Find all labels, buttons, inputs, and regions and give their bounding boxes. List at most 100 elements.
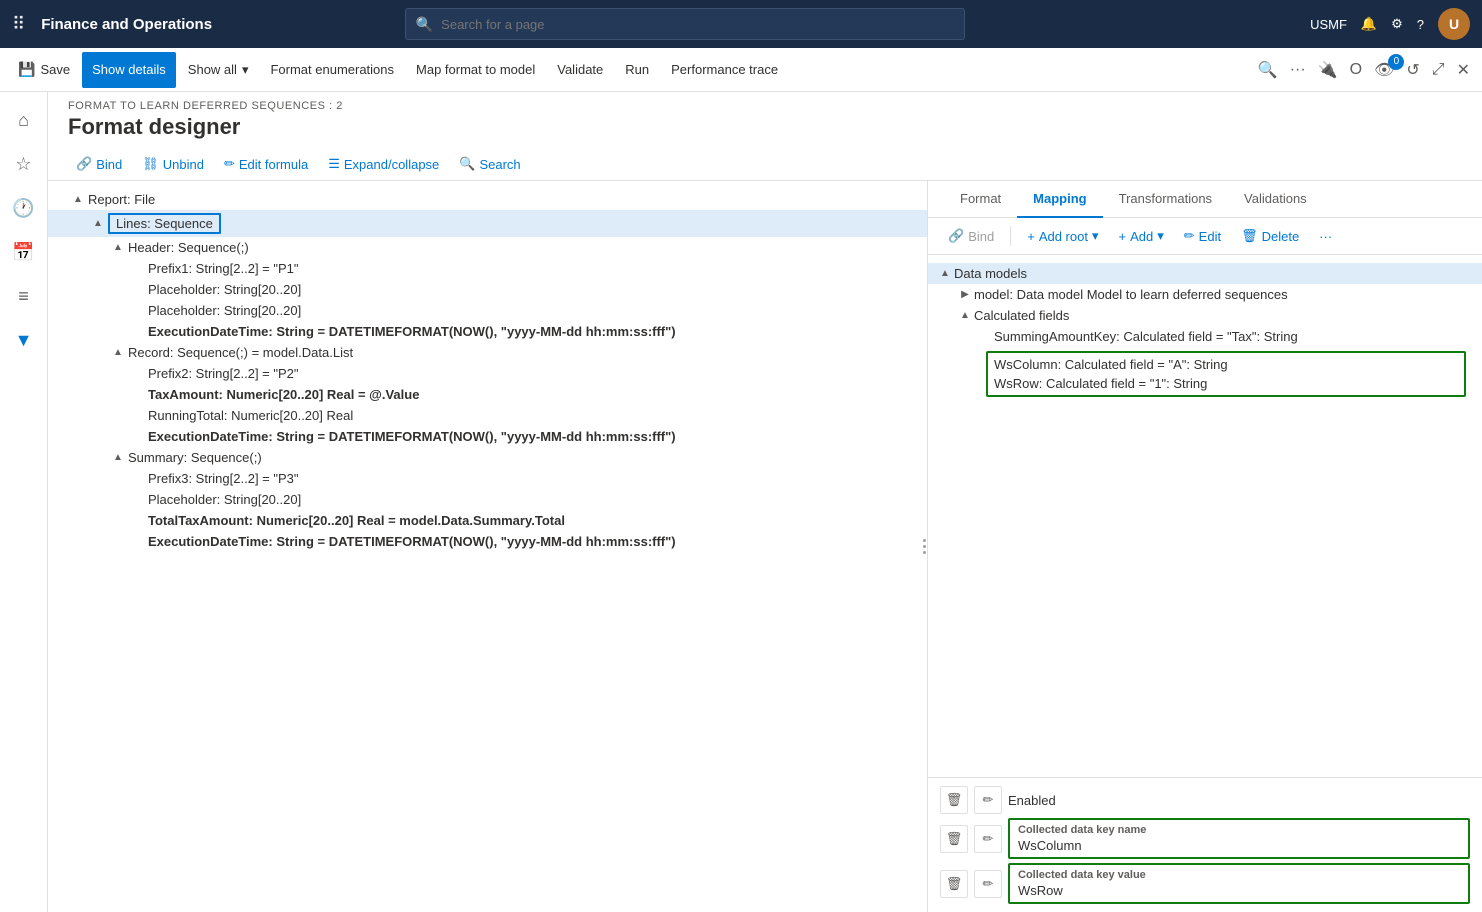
tree-item[interactable]: TaxAmount: Numeric[20..20] Real = @.Valu… bbox=[48, 384, 927, 405]
tree-item-label: ExecutionDateTime: String = DATETIMEFORM… bbox=[148, 534, 676, 549]
main-content: FORMAT TO LEARN DEFERRED SEQUENCES : 2 F… bbox=[48, 92, 1482, 912]
tree-item[interactable]: ▲Lines: Sequence bbox=[48, 210, 927, 237]
ws-column-item[interactable]: WsColumn: Calculated field = "A": String bbox=[994, 355, 1458, 374]
tab-transformations[interactable]: Transformations bbox=[1103, 181, 1228, 218]
data-tree-item[interactable]: ▶model: Data model Model to learn deferr… bbox=[928, 284, 1482, 305]
tree-item-label: Prefix3: String[2..2] = "P3" bbox=[148, 471, 299, 486]
topbar-right: USMF 🔔 ⚙ ? U bbox=[1310, 8, 1470, 40]
tree-item-label: TotalTaxAmount: Numeric[20..20] Real = m… bbox=[148, 513, 565, 528]
link-icon: 🔗 bbox=[76, 156, 92, 172]
topbar: ⠿ Finance and Operations 🔍 USMF 🔔 ⚙ ? U bbox=[0, 0, 1482, 48]
tree-item[interactable]: ExecutionDateTime: String = DATETIMEFORM… bbox=[48, 531, 927, 552]
tree-item[interactable]: ExecutionDateTime: String = DATETIMEFORM… bbox=[48, 321, 927, 342]
tab-mapping[interactable]: Mapping bbox=[1017, 181, 1102, 218]
tree-item[interactable]: Prefix1: String[2..2] = "P1" bbox=[48, 258, 927, 279]
tree-item[interactable]: TotalTaxAmount: Numeric[20..20] Real = m… bbox=[48, 510, 927, 531]
tree-item[interactable]: ▲Header: Sequence(;) bbox=[48, 237, 927, 258]
data-tree-item[interactable]: ▲Calculated fields bbox=[928, 305, 1482, 326]
show-all-button[interactable]: Show all ▾ bbox=[178, 52, 259, 88]
grid-icon[interactable]: ⠿ bbox=[12, 14, 25, 35]
tree-item-label: ExecutionDateTime: String = DATETIMEFORM… bbox=[148, 324, 676, 339]
tree-panel: ▲Report: File▲Lines: Sequence▲Header: Se… bbox=[48, 181, 928, 912]
key-value-row: 🗑 ✏ Collected data key value WsRow bbox=[940, 863, 1470, 904]
add-button[interactable]: + Add ▾ bbox=[1111, 224, 1172, 248]
right-tabs: Format Mapping Transformations Validatio… bbox=[928, 181, 1482, 218]
unbind-button[interactable]: ⛓ Unbind bbox=[134, 152, 212, 176]
tab-validations[interactable]: Validations bbox=[1228, 181, 1323, 218]
search-cmd-icon[interactable]: 🔍 bbox=[1254, 56, 1282, 84]
tree-item-label: Report: File bbox=[88, 192, 155, 207]
edit-button[interactable]: ✏ Edit bbox=[1176, 224, 1229, 248]
expand-icon[interactable]: ⤢ bbox=[1428, 57, 1449, 83]
tree-item[interactable]: Placeholder: String[20..20] bbox=[48, 279, 927, 300]
ws-row-item[interactable]: WsRow: Calculated field = "1": String bbox=[994, 374, 1458, 393]
sidebar-list-icon[interactable]: ≡ bbox=[4, 276, 44, 316]
key-value-delete-btn[interactable]: 🗑 bbox=[940, 870, 968, 898]
expand-icon: ☰ bbox=[328, 156, 340, 172]
search-editor-button[interactable]: 🔍 Search bbox=[451, 152, 528, 176]
format-enumerations-button[interactable]: Format enumerations bbox=[260, 52, 404, 88]
tree-item-label: Header: Sequence(;) bbox=[128, 240, 249, 255]
avatar[interactable]: U bbox=[1438, 8, 1470, 40]
tree-item[interactable]: ▲Record: Sequence(;) = model.Data.List bbox=[48, 342, 927, 363]
tree-item-label: TaxAmount: Numeric[20..20] Real = @.Valu… bbox=[148, 387, 419, 402]
tree-item[interactable]: RunningTotal: Numeric[20..20] Real bbox=[48, 405, 927, 426]
key-value-edit-btn[interactable]: ✏ bbox=[974, 870, 1002, 898]
tree-item[interactable]: Placeholder: String[20..20] bbox=[48, 489, 927, 510]
close-icon[interactable]: ✕ bbox=[1453, 56, 1474, 84]
tree-item[interactable]: ▲Report: File bbox=[48, 189, 927, 210]
tab-format[interactable]: Format bbox=[944, 181, 1017, 218]
more-icon[interactable]: ··· bbox=[1286, 57, 1310, 83]
tree-item[interactable]: ▲Summary: Sequence(;) bbox=[48, 447, 927, 468]
tree-item[interactable]: Placeholder: String[20..20] bbox=[48, 300, 927, 321]
drag-handle[interactable] bbox=[921, 527, 927, 567]
command-bar: 💾 Save Show details Show all ▾ Format en… bbox=[0, 48, 1482, 92]
sidebar-home-icon[interactable]: ⌂ bbox=[4, 100, 44, 140]
sidebar-star-icon[interactable]: ☆ bbox=[4, 144, 44, 184]
delete-button[interactable]: 🗑 Delete bbox=[1233, 224, 1307, 248]
link-icon: 🔗 bbox=[948, 228, 964, 244]
notification-icon[interactable]: 🔔 bbox=[1361, 16, 1377, 32]
key-name-label: Collected data key name bbox=[1018, 824, 1460, 836]
sidebar-filter-icon[interactable]: ▼ bbox=[4, 320, 44, 360]
plug-icon[interactable]: 🔌 bbox=[1314, 56, 1342, 84]
key-name-delete-btn[interactable]: 🗑 bbox=[940, 825, 968, 853]
save-button[interactable]: 💾 Save bbox=[8, 52, 80, 88]
search-input[interactable] bbox=[441, 17, 954, 32]
global-search[interactable]: 🔍 bbox=[405, 8, 965, 40]
key-name-edit-btn[interactable]: ✏ bbox=[974, 825, 1002, 853]
enabled-edit-btn[interactable]: ✏ bbox=[974, 786, 1002, 814]
refresh-icon[interactable]: ↺ bbox=[1402, 56, 1423, 84]
expand-collapse-button[interactable]: ☰ Expand/collapse bbox=[320, 152, 447, 176]
tree-toggle: ▲ bbox=[88, 218, 108, 229]
validate-button[interactable]: Validate bbox=[547, 52, 613, 88]
performance-trace-button[interactable]: Performance trace bbox=[661, 52, 788, 88]
help-icon[interactable]: ? bbox=[1417, 17, 1424, 32]
data-tree-toggle: ▲ bbox=[936, 268, 954, 279]
tree-item[interactable]: ExecutionDateTime: String = DATETIMEFORM… bbox=[48, 426, 927, 447]
bind-button[interactable]: 🔗 Bind bbox=[68, 152, 130, 176]
search-icon: 🔍 bbox=[459, 156, 475, 172]
notification-badge: 0 bbox=[1388, 54, 1404, 70]
office-icon[interactable]: O bbox=[1346, 57, 1366, 83]
sidebar-history-icon[interactable]: 🕐 bbox=[4, 188, 44, 228]
tree-item[interactable]: Prefix3: String[2..2] = "P3" bbox=[48, 468, 927, 489]
tree-item[interactable]: Prefix2: String[2..2] = "P2" bbox=[48, 363, 927, 384]
pencil-icon: ✏ bbox=[224, 156, 235, 172]
show-details-button[interactable]: Show details bbox=[82, 52, 176, 88]
highlighted-fields-box: WsColumn: Calculated field = "A": String… bbox=[978, 351, 1474, 397]
data-tree-item[interactable]: ▲Data models bbox=[928, 263, 1482, 284]
sidebar-calendar-icon[interactable]: 📅 bbox=[4, 232, 44, 272]
map-format-button[interactable]: Map format to model bbox=[406, 52, 545, 88]
add-root-button[interactable]: + Add root ▾ bbox=[1019, 224, 1106, 248]
run-button[interactable]: Run bbox=[615, 52, 659, 88]
right-bind-button[interactable]: 🔗 Bind bbox=[940, 224, 1002, 248]
enabled-delete-btn[interactable]: 🗑 bbox=[940, 786, 968, 814]
highlight-box: WsColumn: Calculated field = "A": String… bbox=[986, 351, 1466, 397]
plus-icon: + bbox=[1119, 229, 1127, 244]
data-tree-item[interactable]: SummingAmountKey: Calculated field = "Ta… bbox=[928, 326, 1482, 347]
settings-icon[interactable]: ⚙ bbox=[1391, 16, 1403, 32]
more-right-button[interactable]: ··· bbox=[1311, 225, 1340, 248]
edit-formula-button[interactable]: ✏ Edit formula bbox=[216, 152, 316, 176]
right-toolbar: 🔗 Bind + Add root ▾ + Add ▾ bbox=[928, 218, 1482, 255]
